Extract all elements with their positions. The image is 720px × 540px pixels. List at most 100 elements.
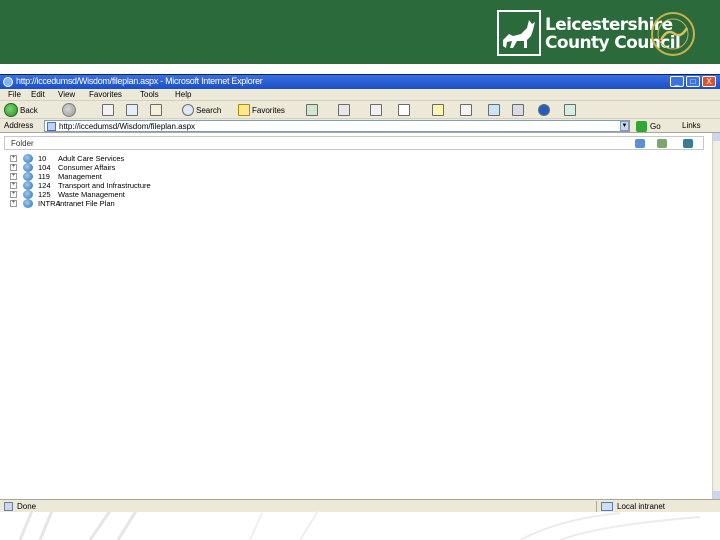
go-button[interactable]: Go (636, 120, 661, 132)
folder-header: Folder (4, 136, 704, 150)
menu-bar: File Edit View Favorites Tools Help (0, 89, 720, 101)
back-label: Back (20, 105, 38, 115)
title-bar[interactable]: http://iccedumsd/Wisdom/fileplan.aspx - … (0, 75, 720, 89)
star-icon (238, 104, 250, 116)
media-icon (306, 104, 318, 116)
expand-icon[interactable]: + (10, 182, 17, 189)
menu-view[interactable]: View (58, 90, 75, 99)
globe-icon (23, 172, 33, 181)
go-label: Go (650, 121, 661, 131)
tree-item-code: 10 (38, 154, 47, 163)
window-title: http://iccedumsd/Wisdom/fileplan.aspx - … (16, 76, 263, 86)
tool-button[interactable] (512, 103, 524, 117)
expand-icon[interactable]: + (10, 200, 17, 207)
forward-arrow-icon (62, 103, 76, 117)
tree-item-code: 124 (38, 181, 51, 190)
tree-item[interactable]: + INTRA Intranet File Plan (10, 199, 310, 208)
home-icon (150, 104, 162, 116)
bluetooth-button[interactable] (538, 103, 550, 117)
word-button[interactable] (398, 103, 410, 117)
tree-item[interactable]: + 104 Consumer Affairs (10, 163, 310, 172)
excellent-seal-icon (651, 12, 695, 56)
word-icon (398, 104, 410, 116)
close-button[interactable]: X (702, 76, 716, 87)
network-icon (564, 104, 576, 116)
search-icon (182, 104, 194, 116)
maximize-button[interactable]: □ (686, 76, 700, 87)
expand-icon[interactable]: + (10, 164, 17, 171)
globe-icon (23, 163, 33, 172)
globe-icon (23, 154, 33, 163)
expand-icon[interactable]: + (10, 155, 17, 162)
vertical-scrollbar[interactable] (712, 133, 720, 499)
expand-icon[interactable]: + (10, 191, 17, 198)
fox-logo-icon (497, 10, 541, 56)
research-icon (460, 104, 472, 116)
tree-item-name: Transport and Infrastructure (58, 181, 151, 190)
tree-item[interactable]: + 125 Waste Management (10, 190, 310, 199)
council-logo: Leicestershire County Council (497, 10, 697, 58)
search-button[interactable]: Search (182, 103, 221, 117)
refresh-icon (126, 104, 138, 116)
menu-favorites[interactable]: Favorites (89, 90, 122, 99)
address-input[interactable]: http://iccedumsd/Wisdom/fileplan.aspx (44, 120, 630, 132)
tree-item-name: Adult Care Services (58, 154, 125, 163)
home-button[interactable] (150, 103, 162, 117)
discuss-button[interactable] (432, 103, 444, 117)
page-done-icon (4, 502, 13, 511)
tree-item-name: Management (58, 172, 102, 181)
refresh-tree-icon[interactable] (635, 139, 645, 148)
header-banner: Leicestershire County Council (0, 0, 720, 64)
address-url: http://iccedumsd/Wisdom/fileplan.aspx (59, 122, 196, 131)
search-label: Search (196, 105, 222, 115)
menu-edit[interactable]: Edit (31, 90, 45, 99)
zone-label: Local intranet (617, 502, 666, 511)
stop-button[interactable] (102, 103, 114, 117)
minimize-button[interactable]: _ (670, 76, 684, 87)
page-content: Folder + 10 Adult Care Services + 104 Co… (0, 133, 712, 499)
go-arrow-icon (636, 120, 647, 132)
tree-item[interactable]: + 10 Adult Care Services (10, 154, 310, 163)
mail-button[interactable] (338, 103, 350, 117)
expand-icon[interactable]: + (10, 173, 17, 180)
address-dropdown-icon[interactable]: ▼ (620, 121, 629, 131)
favorites-label: Favorites (252, 105, 285, 115)
tree-view-icon[interactable] (683, 139, 693, 148)
links-button[interactable]: Links (682, 121, 701, 130)
refresh-button[interactable] (126, 103, 138, 117)
slide: Leicestershire County Council http://icc… (0, 0, 720, 540)
note-icon (432, 104, 444, 116)
messenger-icon (488, 104, 500, 116)
forward-button[interactable] (62, 103, 76, 117)
tree-item[interactable]: + 119 Management (10, 172, 310, 181)
research-button[interactable] (460, 103, 472, 117)
bluetooth-icon (538, 104, 550, 116)
globe-icon (23, 181, 33, 190)
browser-window: http://iccedumsd/Wisdom/fileplan.aspx - … (0, 74, 720, 512)
globe-icon (23, 199, 33, 208)
tree-item-name: Consumer Affairs (58, 163, 116, 172)
tree-item-code: 125 (38, 190, 51, 199)
media-button[interactable] (306, 103, 318, 117)
menu-file[interactable]: File (8, 90, 21, 99)
tree-item[interactable]: + 124 Transport and Infrastructure (10, 181, 310, 190)
favorites-button[interactable]: Favorites (238, 103, 285, 117)
messenger-button[interactable] (488, 103, 500, 117)
menu-help[interactable]: Help (175, 90, 191, 99)
intranet-icon (601, 502, 613, 511)
toolbar: Back Search Favorites (0, 101, 720, 119)
address-label: Address (4, 121, 34, 130)
file-plan-tree: + 10 Adult Care Services + 104 Consumer … (10, 154, 310, 208)
scroll-up-icon[interactable] (713, 133, 720, 141)
network-button[interactable] (564, 103, 576, 117)
back-button[interactable]: Back (4, 103, 38, 117)
menu-tools[interactable]: Tools (140, 90, 159, 99)
tree-item-name: Waste Management (58, 190, 125, 199)
print-button[interactable] (370, 103, 382, 117)
decorative-swoosh (18, 511, 701, 540)
globe-icon (23, 190, 33, 199)
scroll-down-icon[interactable] (713, 491, 720, 499)
window-buttons: _ □ X (670, 76, 716, 87)
status-text: Done (17, 502, 37, 511)
edit-icon[interactable] (657, 139, 667, 148)
